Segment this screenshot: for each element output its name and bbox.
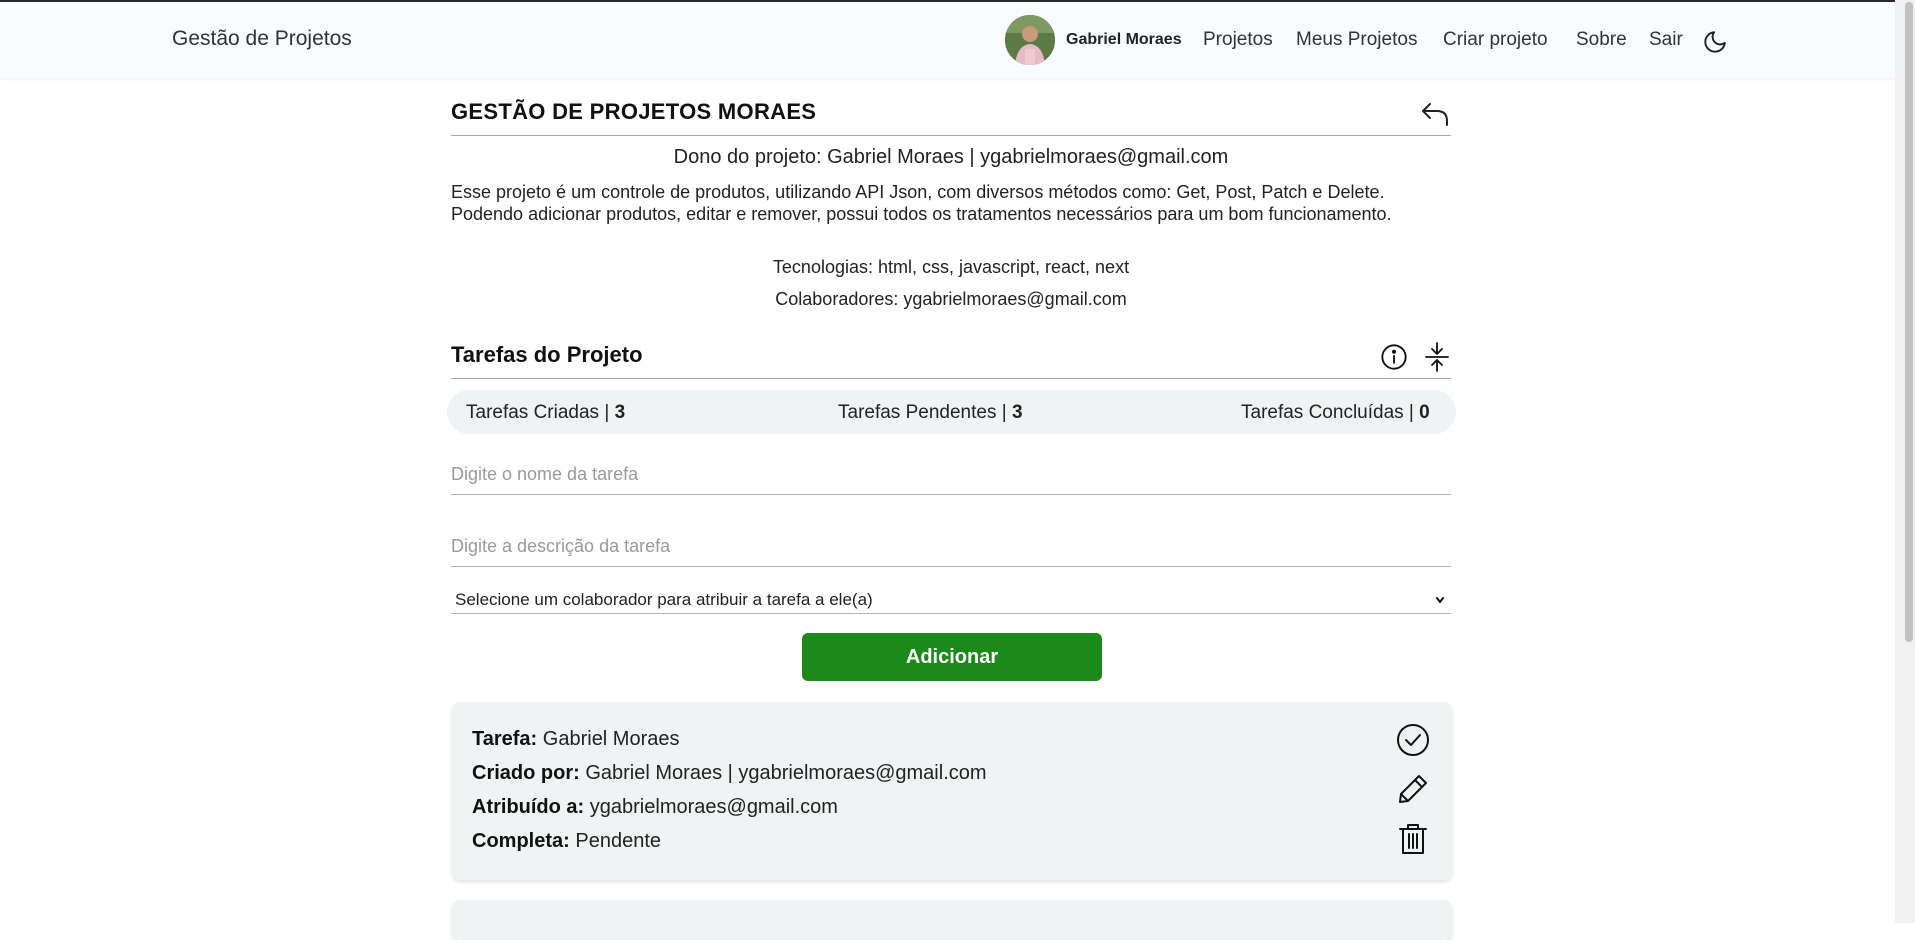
- collapse-icon[interactable]: [1424, 341, 1450, 373]
- trash-icon[interactable]: [1396, 822, 1430, 856]
- tasks-section-divider: [451, 378, 1451, 379]
- stat-created: Tarefas Criadas | 3: [466, 402, 626, 423]
- tasks-section-title: Tarefas do Projeto: [451, 342, 643, 367]
- collaborator-select-value: Selecione um colaborador para atribuir a…: [455, 590, 873, 609]
- project-title-divider: [451, 135, 1451, 136]
- project-technologies: Tecnologias: html, css, javascript, reac…: [772, 257, 1130, 277]
- back-arrow-icon[interactable]: [1420, 100, 1450, 128]
- collaborator-select[interactable]: Selecione um colaborador para atribuir a…: [451, 587, 1451, 614]
- chevron-down-icon: [1436, 597, 1444, 603]
- task-status-line: Completa: Pendente: [472, 830, 661, 852]
- project-owner: Dono do projeto: Gabriel Moraes | ygabri…: [673, 146, 1229, 168]
- task-description-input[interactable]: [451, 526, 1451, 567]
- stat-done: Tarefas Concluídas | 0: [1241, 402, 1430, 423]
- navbar: Gestão de Projetos Gabriel Moraes Projet…: [0, 2, 1895, 78]
- stat-pending: Tarefas Pendentes | 3: [838, 402, 1023, 423]
- nav-link-criar-projeto[interactable]: Criar projeto: [1443, 29, 1548, 51]
- nav-link-projetos[interactable]: Projetos: [1203, 29, 1273, 51]
- info-icon[interactable]: [1380, 343, 1408, 371]
- add-task-button[interactable]: Adicionar: [802, 633, 1102, 681]
- nav-link-sobre[interactable]: Sobre: [1576, 29, 1627, 51]
- pencil-icon[interactable]: [1396, 772, 1430, 806]
- moon-icon[interactable]: [1702, 29, 1728, 55]
- brand-logo-text[interactable]: Gestão de Projetos: [172, 27, 352, 51]
- task-stats-bar: Tarefas Criadas | 3 Tarefas Pendentes | …: [447, 390, 1456, 434]
- task-card: Tarefa: Gabriel Moraes Criado por: Gabri…: [452, 702, 1452, 880]
- task-created-by-line: Criado por: Gabriel Moraes | ygabrielmor…: [472, 762, 987, 784]
- nav-link-meus-projetos[interactable]: Meus Projetos: [1296, 29, 1417, 51]
- scrollbar-thumb[interactable]: [1905, 2, 1913, 642]
- nav-user-name[interactable]: Gabriel Moraes: [1066, 31, 1182, 49]
- task-name-input[interactable]: [451, 454, 1451, 495]
- project-collaborators: Colaboradores: ygabrielmoraes@gmail.com: [775, 289, 1127, 309]
- nav-link-sair[interactable]: Sair: [1649, 29, 1683, 51]
- task-card: [452, 900, 1452, 940]
- project-description: Esse projeto é um controle de produtos, …: [451, 182, 1392, 224]
- project-title: GESTÃO DE PROJETOS MORAES: [451, 99, 817, 124]
- task-name-line: Tarefa: Gabriel Moraes: [472, 728, 680, 750]
- check-circle-icon[interactable]: [1396, 723, 1430, 757]
- task-assigned-line: Atribuído a: ygabrielmoraes@gmail.com: [472, 796, 838, 818]
- avatar[interactable]: [1005, 15, 1055, 65]
